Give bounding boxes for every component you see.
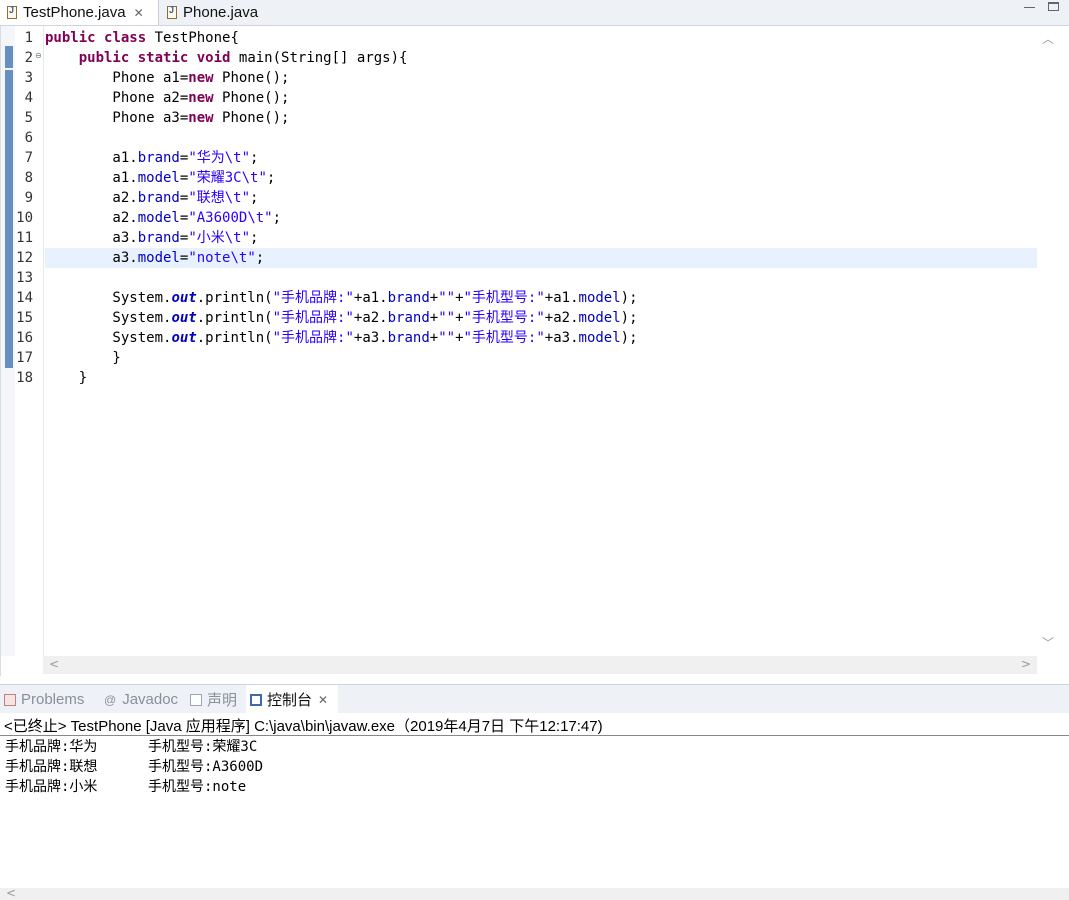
line-number: 1 [24,30,33,46]
tab-label: 声明 [207,692,238,709]
line-number: 16 [16,330,33,346]
code-line[interactable]: } [45,348,1037,368]
console-icon [250,693,262,706]
code-line[interactable]: a1.brand="华为\t"; [45,148,1037,168]
at-sign-icon: @ [104,692,117,707]
scroll-down-icon[interactable]: ﹀ [1042,634,1054,651]
console-output-line: 手机品牌:华为 手机型号:荣耀3C [5,739,258,755]
console-view[interactable]: <已终止> TestPhone [Java 应用程序] C:\java\bin\… [0,713,1069,900]
line-number: 8 [24,170,33,186]
scroll-right-icon[interactable]: > [1021,657,1031,671]
close-icon[interactable]: ✕ [134,6,144,20]
console-process-label: <已终止> TestPhone [Java 应用程序] C:\java\bin\… [4,718,603,735]
problems-icon [4,693,16,706]
line-number: 2 [24,50,33,66]
editor-tab-bar: TestPhone.java ✕ Phone.java [0,0,1069,26]
line-number-gutter: ⊖ 1 2 3 4 5 6 7 8 9 10 11 12 13 14 15 16 17 18 [15,26,44,656]
tab-console[interactable]: 控制台 ✕ [246,685,338,714]
java-file-icon [7,5,17,19]
tab-label: Phone.java [183,4,259,21]
code-editor[interactable]: ⊖ 1 2 3 4 5 6 7 8 9 10 11 12 13 14 15 16 17 18 public cla… [0,26,1069,676]
line-number: 15 [16,310,33,326]
scroll-left-icon[interactable]: < [49,657,59,671]
java-file-icon [167,5,177,19]
tab-javadoc[interactable]: @ Javadoc [104,685,184,714]
line-number: 6 [24,130,33,146]
change-bar [5,46,13,68]
divider [0,735,1069,736]
close-icon[interactable]: ✕ [318,693,328,707]
scroll-up-icon[interactable]: ︿ [1042,30,1054,47]
line-number: 13 [16,270,33,286]
line-number: 3 [24,70,33,86]
minimize-button[interactable] [1024,2,1035,8]
code-line[interactable]: public class TestPhone{ [45,28,1037,48]
line-number: 17 [16,350,33,366]
tab-declaration[interactable]: 声明 [190,685,246,714]
line-number: 4 [24,90,33,106]
code-line[interactable]: a3.model="note\t"; [45,248,1037,268]
view-tab-bar: Problems @ Javadoc 声明 控制台 ✕ [0,684,1069,714]
console-output-line: 手机品牌:联想 手机型号:A3600D [5,759,264,775]
line-number: 10 [16,210,33,226]
code-line[interactable] [45,128,1037,148]
tab-label: 控制台 [267,692,313,709]
code-line[interactable]: Phone a1=new Phone(); [45,68,1037,88]
fold-collapse-icon[interactable]: ⊖ [35,46,42,66]
code-line[interactable] [45,268,1037,288]
code-line[interactable]: Phone a3=new Phone(); [45,108,1037,128]
code-line[interactable]: } [45,368,1037,388]
code-line[interactable]: a3.brand="小米\t"; [45,228,1037,248]
tab-label: Javadoc [122,691,179,708]
tab-testphone-java[interactable]: TestPhone.java ✕ [0,0,159,25]
tab-phone-java[interactable]: Phone.java [160,0,292,25]
line-number: 12 [16,250,33,266]
code-line[interactable]: Phone a2=new Phone(); [45,88,1037,108]
code-line[interactable]: a1.model="荣耀3C\t"; [45,168,1037,188]
horizontal-scrollbar[interactable]: < > [43,656,1037,674]
line-number: 7 [24,150,33,166]
code-line[interactable]: System.out.println("手机品牌:"+a2.brand+""+"… [45,308,1037,328]
line-number: 18 [16,370,33,386]
tab-label: TestPhone.java [23,4,126,21]
line-number: 5 [24,110,33,126]
declaration-icon [190,693,202,706]
code-area[interactable]: public class TestPhone{ public static vo… [45,26,1037,656]
code-line[interactable]: a2.model="A3600D\t"; [45,208,1037,228]
change-bar [5,70,13,368]
vertical-scrollbar[interactable]: ︿ ﹀ [1037,26,1057,656]
code-line[interactable]: System.out.println("手机品牌:"+a1.brand+""+"… [45,288,1037,308]
line-number: 14 [16,290,33,306]
console-horizontal-scrollbar[interactable]: < [0,886,1069,900]
tab-label: Problems [21,691,85,708]
console-output-line: 手机品牌:小米 手机型号:note [5,779,247,795]
code-line[interactable]: a2.brand="联想\t"; [45,188,1037,208]
code-line[interactable]: public static void main(String[] args){ [45,48,1037,68]
scroll-left-icon[interactable]: < [6,886,16,900]
line-number: 11 [16,230,33,246]
code-line[interactable]: System.out.println("手机品牌:"+a3.brand+""+"… [45,328,1037,348]
tab-problems[interactable]: Problems [4,685,100,714]
overview-ruler-left [1,26,15,656]
line-number: 9 [24,190,33,206]
maximize-button[interactable] [1048,2,1059,11]
